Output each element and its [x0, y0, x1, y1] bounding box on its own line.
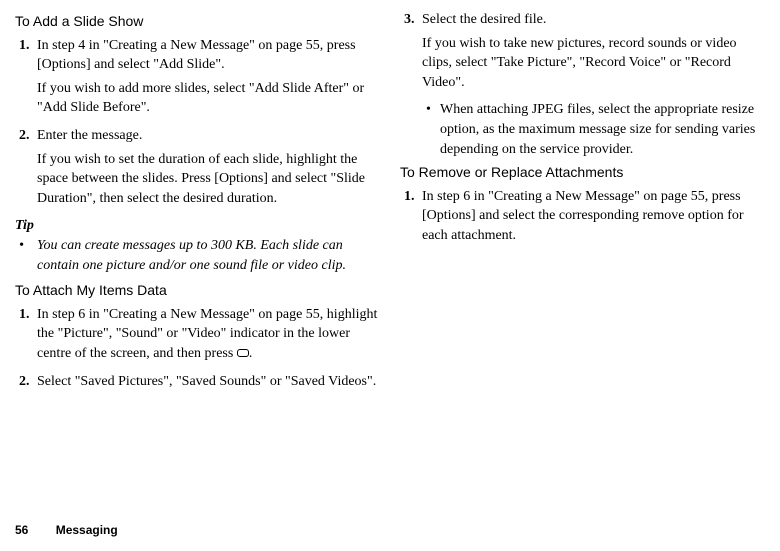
right-column: 3. Select the desired file. If you wish …: [400, 10, 765, 399]
step-2-enter-message: 2. Enter the message. If you wish to set…: [15, 126, 380, 212]
bullet-text: When attaching JPEG files, select the ap…: [440, 100, 765, 159]
step-number: 1.: [15, 305, 37, 368]
step-text: Select the desired file.: [422, 10, 765, 30]
chapter-title: Messaging: [56, 523, 118, 537]
ok-button-icon: [237, 349, 249, 357]
tip-text: You can create messages up to 300 KB. Ea…: [37, 236, 380, 275]
step-number: 1.: [15, 36, 37, 122]
step-number: 3.: [400, 10, 422, 96]
heading-remove-replace: To Remove or Replace Attachments: [400, 163, 765, 183]
step-text: In step 6 in "Creating a New Message" on…: [422, 187, 765, 246]
page-number: 56: [15, 523, 28, 537]
step-number: 2.: [15, 372, 37, 396]
bullet-icon: •: [422, 100, 440, 159]
step-text: If you wish to set the duration of each …: [37, 150, 380, 209]
step-text: If you wish to add more slides, select "…: [37, 79, 380, 118]
step-text-pre: In step 6 in "Creating a New Message" on…: [37, 307, 377, 361]
step-text-post: .: [249, 346, 253, 361]
tip-item: • You can create messages up to 300 KB. …: [15, 236, 380, 275]
step-text: Enter the message.: [37, 126, 380, 146]
page-footer: 56 Messaging: [15, 522, 118, 539]
step-3-select-file: 3. Select the desired file. If you wish …: [400, 10, 765, 96]
step-number: 2.: [15, 126, 37, 212]
heading-add-slide-show: To Add a Slide Show: [15, 12, 380, 32]
step-text: In step 6 in "Creating a New Message" on…: [37, 305, 380, 364]
bullet-icon: •: [15, 236, 37, 275]
step-1-attach: 1. In step 6 in "Creating a New Message"…: [15, 305, 380, 368]
step-text: In step 4 in "Creating a New Message" on…: [37, 36, 380, 75]
left-column: To Add a Slide Show 1. In step 4 in "Cre…: [15, 10, 380, 399]
step-2-attach: 2. Select "Saved Pictures", "Saved Sound…: [15, 372, 380, 396]
heading-attach-my-items: To Attach My Items Data: [15, 281, 380, 301]
step-text: If you wish to take new pictures, record…: [422, 34, 765, 93]
sub-bullet-jpeg: • When attaching JPEG files, select the …: [422, 100, 765, 159]
step-number: 1.: [400, 187, 422, 250]
step-text: Select "Saved Pictures", "Saved Sounds" …: [37, 372, 380, 392]
tip-label: Tip: [15, 216, 380, 236]
step-1-remove: 1. In step 6 in "Creating a New Message"…: [400, 187, 765, 250]
step-1-add-slide: 1. In step 4 in "Creating a New Message"…: [15, 36, 380, 122]
